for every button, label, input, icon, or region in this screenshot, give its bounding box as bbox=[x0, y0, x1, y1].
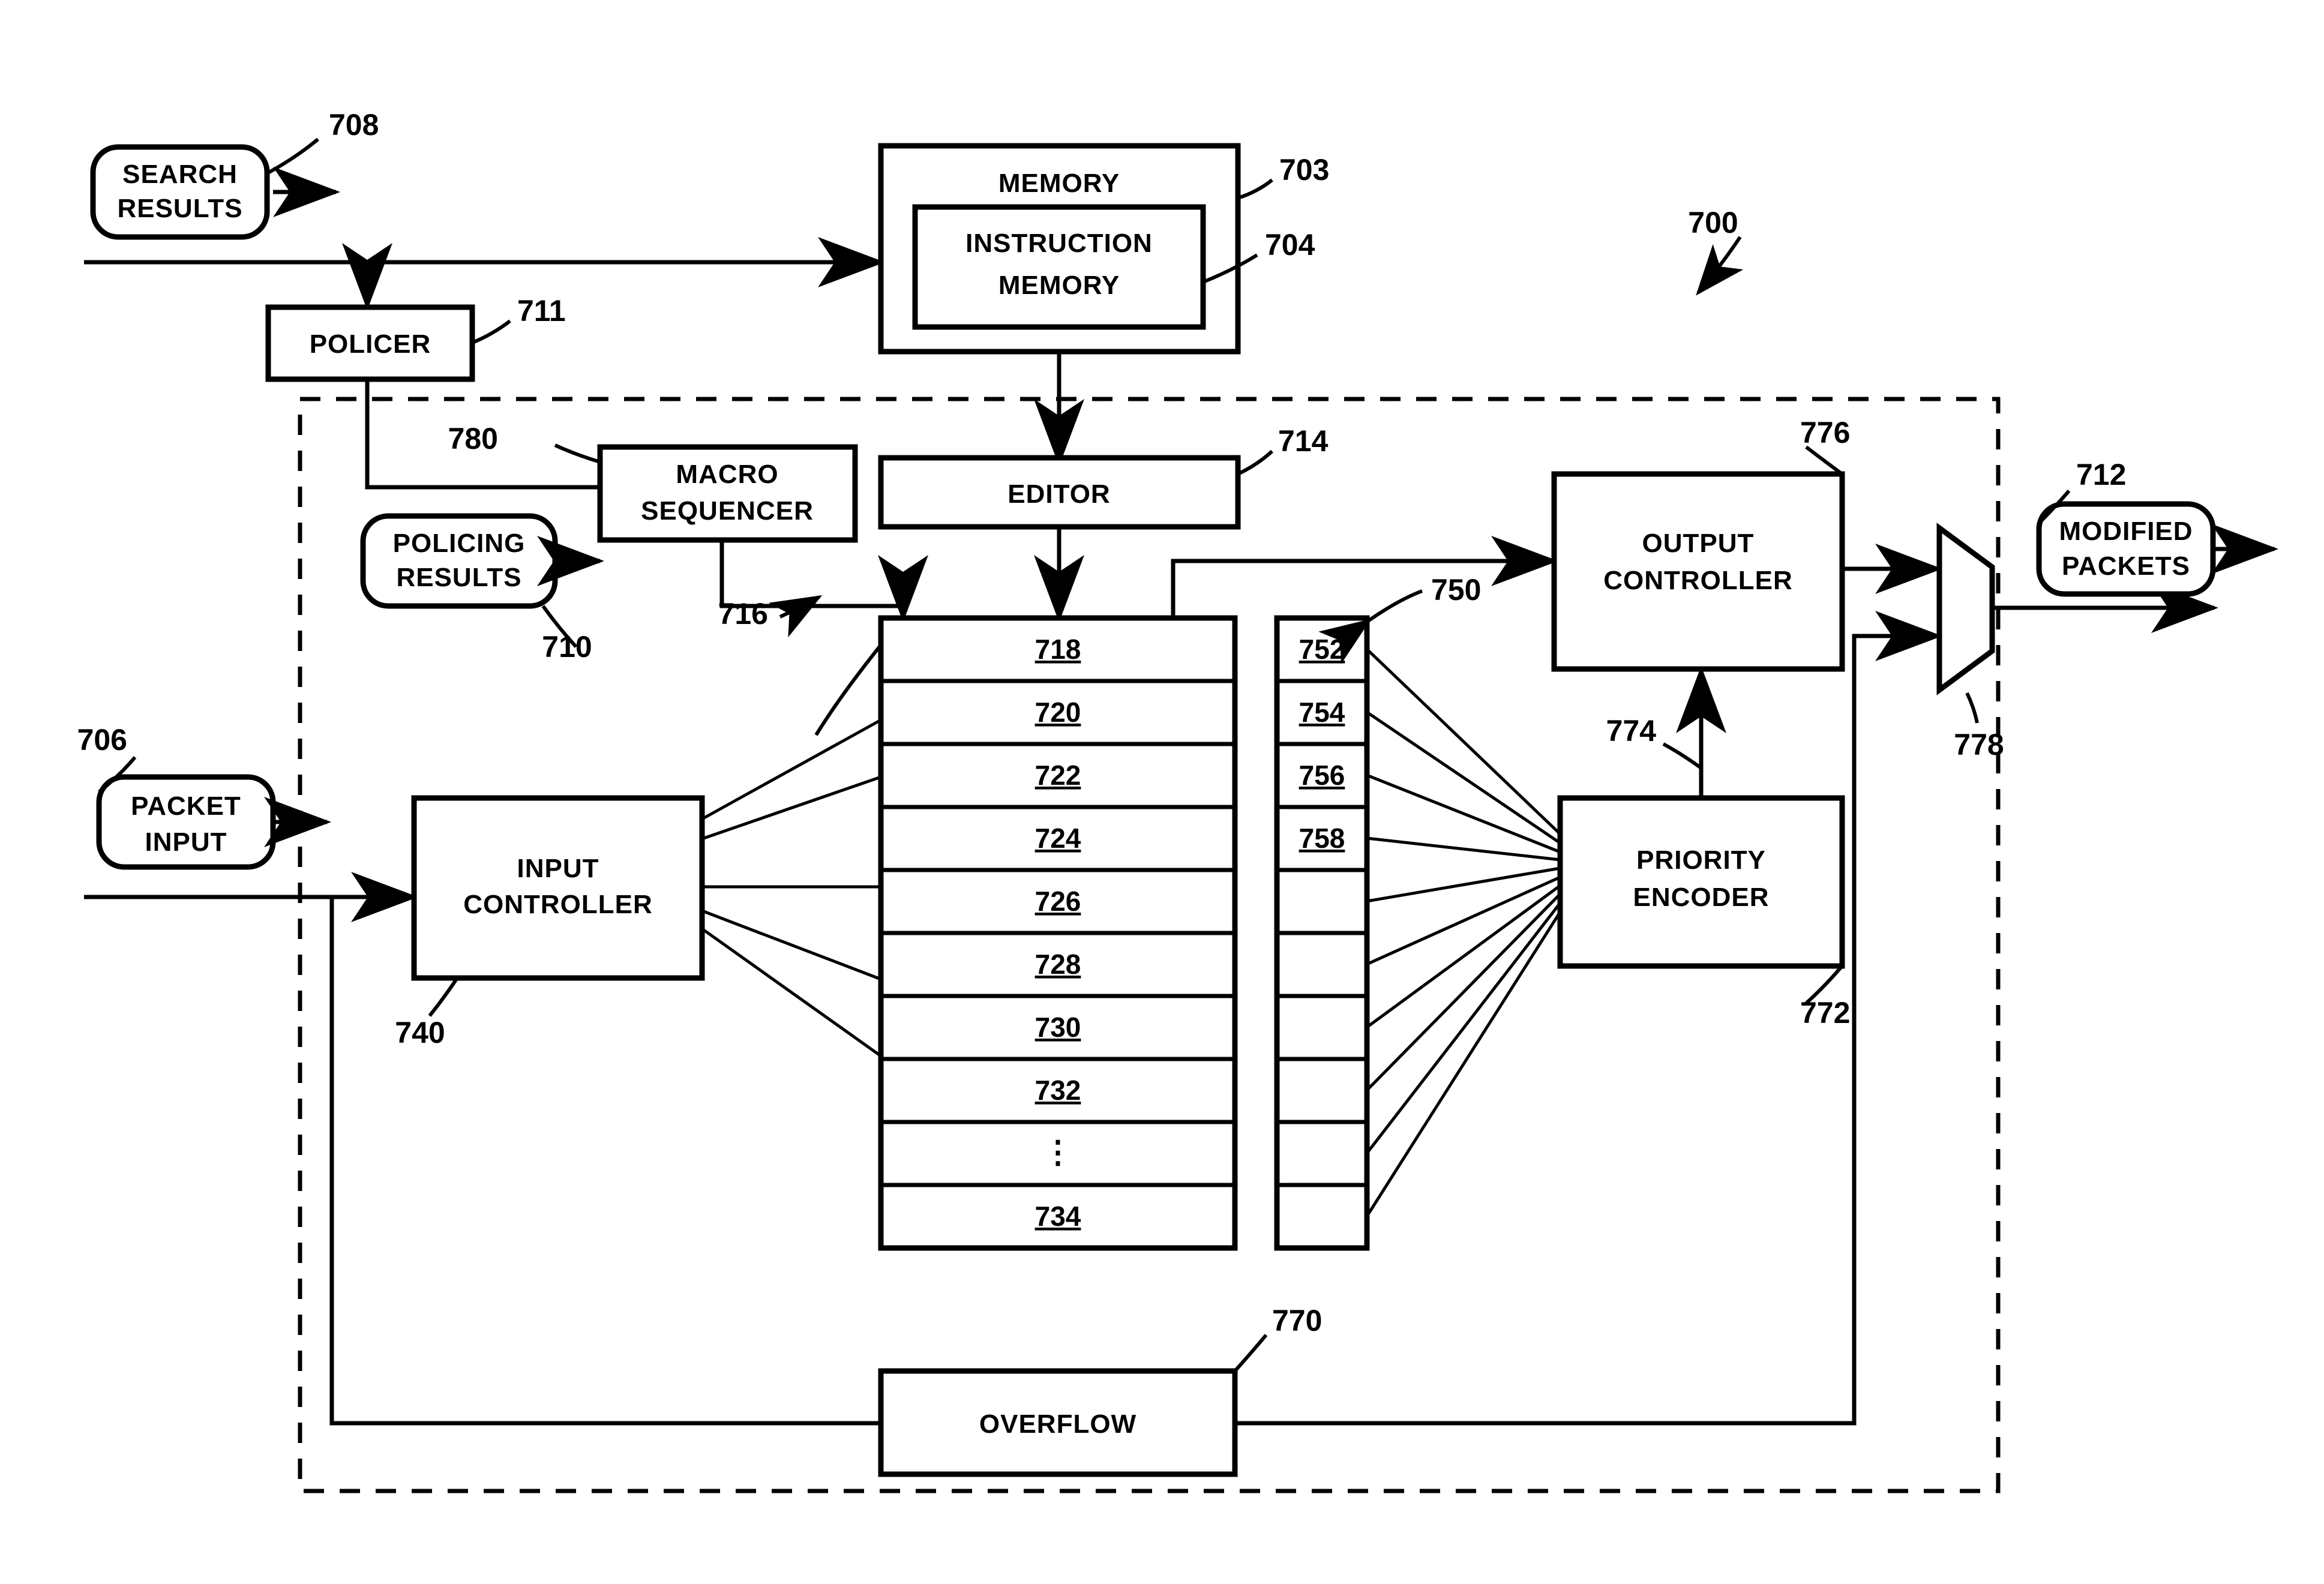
policing-results-label-line1: POLICING bbox=[393, 529, 526, 558]
patent-figure-700: SEARCH RESULTS 708 POLICER 711 MEMORY 70… bbox=[0, 0, 2324, 1584]
policer-label: POLICER bbox=[310, 329, 431, 359]
buffer-cell-734: 734 bbox=[1035, 1201, 1081, 1232]
macro-sequencer-label-line1: MACRO bbox=[676, 460, 778, 489]
macro-sequencer-label-line2: SEQUENCER bbox=[641, 496, 814, 526]
buffer-cell-730: 730 bbox=[1035, 1012, 1081, 1043]
ref-776: 776 bbox=[1800, 416, 1850, 449]
priority-encoder-label-line1: PRIORITY bbox=[1636, 845, 1766, 875]
ref-712: 712 bbox=[2076, 458, 2126, 491]
ref-711: 711 bbox=[517, 294, 566, 328]
ref-774: 774 bbox=[1606, 714, 1657, 748]
flag-cell-758: 758 bbox=[1299, 823, 1345, 854]
ref-772: 772 bbox=[1800, 996, 1850, 1030]
output-controller-label-line1: OUTPUT bbox=[1642, 529, 1755, 558]
ref-716: 716 bbox=[718, 597, 768, 631]
editor-label: EDITOR bbox=[1007, 479, 1110, 509]
buffer-cell-726: 726 bbox=[1035, 886, 1081, 917]
flag-column-cell-labels: 752 754 756 758 bbox=[1299, 634, 1345, 854]
output-controller-label-line2: CONTROLLER bbox=[1603, 566, 1793, 595]
buffer-cell-724: 724 bbox=[1035, 823, 1081, 854]
buffer-cell-728: 728 bbox=[1035, 949, 1081, 980]
buffer-stack-cell-labels: 718 720 722 724 726 728 730 732 ⋮ 734 bbox=[1035, 634, 1081, 1232]
ref-704: 704 bbox=[1265, 228, 1315, 262]
instruction-memory-label-line1: INSTRUCTION bbox=[965, 229, 1153, 258]
buffer-cell-720: 720 bbox=[1035, 697, 1081, 728]
modified-packets-label-line2: PACKETS bbox=[2062, 551, 2190, 581]
modified-packets-label-line1: MODIFIED bbox=[2059, 517, 2193, 546]
ref-714: 714 bbox=[1278, 424, 1329, 458]
priority-encoder-label-line2: ENCODER bbox=[1633, 883, 1769, 912]
ref-750: 750 bbox=[1431, 573, 1481, 607]
buffer-cell-722: 722 bbox=[1035, 760, 1081, 791]
packet-input-label-line1: PACKET bbox=[131, 791, 241, 821]
flag-cell-754: 754 bbox=[1299, 697, 1345, 728]
ref-770: 770 bbox=[1272, 1304, 1322, 1337]
ref-708: 708 bbox=[329, 108, 379, 142]
search-results-label-line1: SEARCH bbox=[122, 160, 238, 189]
ref-710: 710 bbox=[542, 630, 592, 664]
diagram-text-layer: SEARCH RESULTS 708 POLICER 711 MEMORY 70… bbox=[77, 108, 2193, 1439]
buffer-cell-732: 732 bbox=[1035, 1075, 1081, 1106]
buffer-cell-ellipsis: ⋮ bbox=[1042, 1135, 1073, 1170]
memory-label: MEMORY bbox=[998, 169, 1120, 198]
instruction-memory-label-line2: MEMORY bbox=[998, 271, 1120, 300]
search-results-label-line2: RESULTS bbox=[117, 194, 242, 223]
input-controller-label-line1: INPUT bbox=[517, 854, 599, 883]
flag-cell-756: 756 bbox=[1299, 760, 1345, 791]
ref-700-figure: 700 bbox=[1688, 206, 1738, 239]
ref-706: 706 bbox=[77, 723, 127, 757]
packet-input-label-line2: INPUT bbox=[145, 827, 227, 857]
ref-740: 740 bbox=[395, 1016, 445, 1049]
policing-results-label-line2: RESULTS bbox=[396, 563, 521, 592]
ref-778: 778 bbox=[1954, 728, 2004, 761]
buffer-cell-718: 718 bbox=[1035, 634, 1081, 665]
ref-780: 780 bbox=[448, 422, 498, 455]
flag-cell-752: 752 bbox=[1299, 634, 1345, 665]
input-controller-label-line2: CONTROLLER bbox=[463, 890, 653, 919]
overflow-label: OVERFLOW bbox=[979, 1409, 1136, 1439]
ref-703: 703 bbox=[1279, 153, 1329, 187]
